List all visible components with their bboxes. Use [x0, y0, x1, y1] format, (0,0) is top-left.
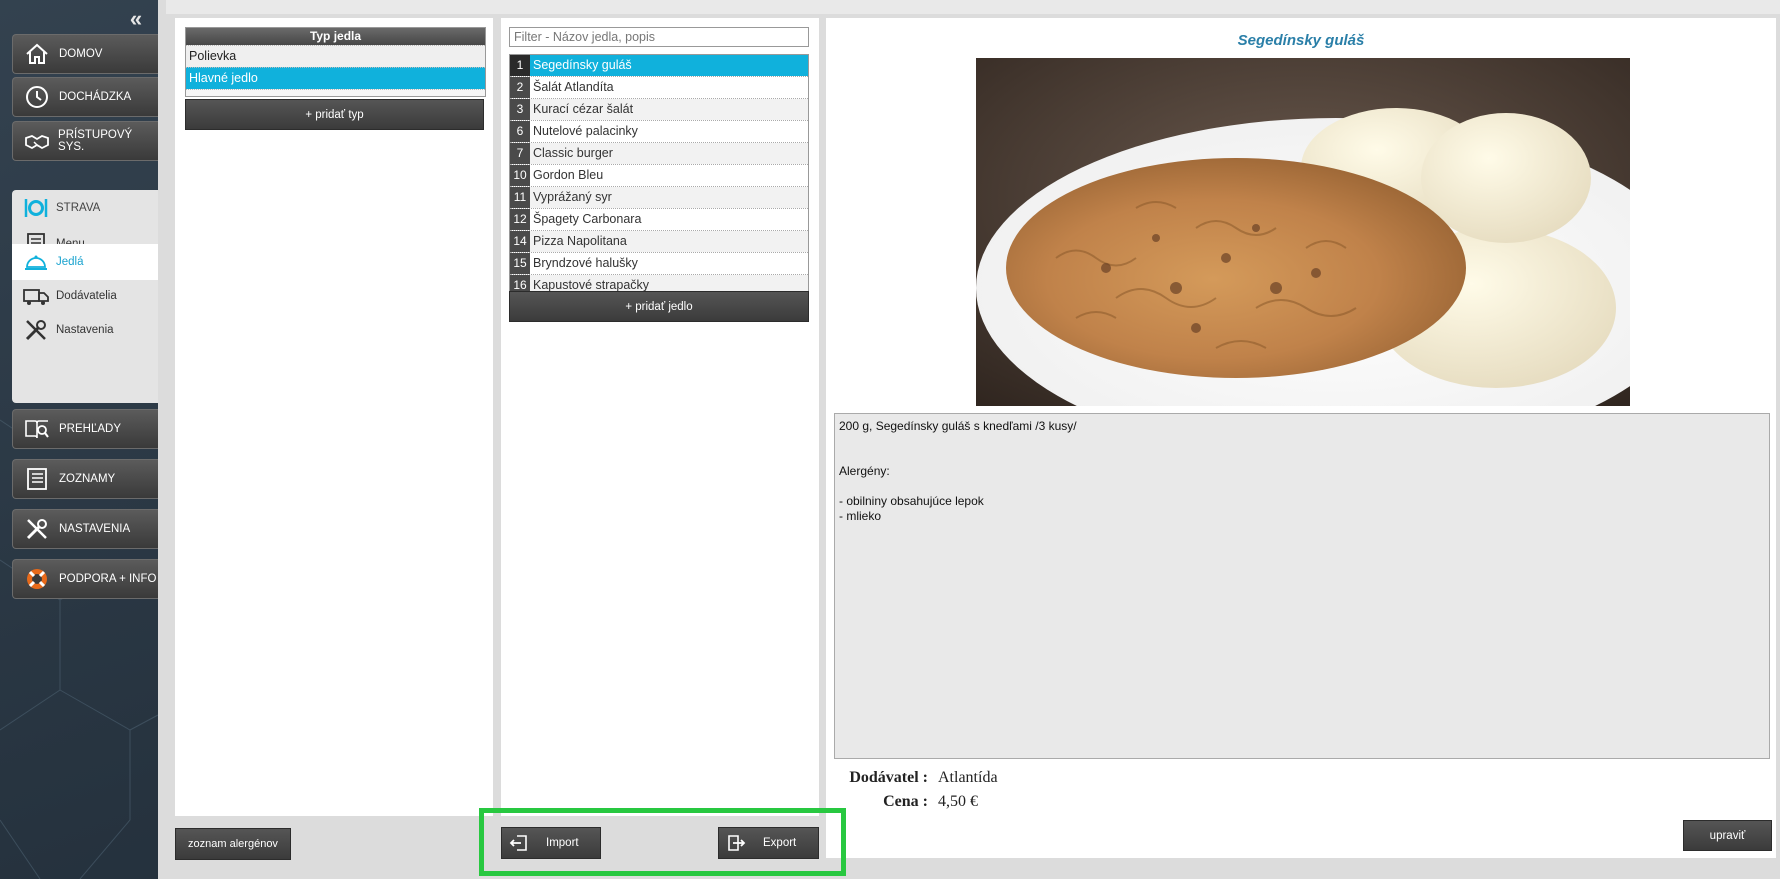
- add-dish-button[interactable]: + pridať jedlo: [509, 291, 809, 322]
- dish-filter-input[interactable]: [509, 27, 809, 47]
- cloche-icon: [22, 248, 50, 276]
- allergen-list-button[interactable]: zoznam alergénov: [175, 828, 291, 860]
- meal-type-row-selected[interactable]: Hlavné jedlo: [186, 67, 485, 89]
- nav-prehlady[interactable]: PREHĽADY: [12, 409, 158, 449]
- dish-name: Nutelové palacinky: [530, 121, 808, 142]
- nav-label: PODPORA + INFO: [59, 573, 157, 585]
- dishes-panel: 1Segedínsky guláš2Šalát Atlandíta3Kurací…: [501, 18, 819, 816]
- nav-zoznamy[interactable]: ZOZNAMY: [12, 459, 158, 499]
- nav-label: ZOZNAMY: [59, 473, 116, 485]
- plate-cutlery-icon: [22, 194, 50, 222]
- nav-label: PRÍSTUPOVÝ SYS.: [58, 129, 133, 153]
- export-icon: [725, 832, 747, 854]
- sidebar-item-nastavenia[interactable]: Nastavenia: [12, 312, 158, 348]
- supplier-line: Dodávatel : Atlantída: [834, 769, 998, 787]
- dish-number: 3: [510, 99, 530, 120]
- tools-icon: [23, 515, 51, 543]
- nav-domov[interactable]: DOMOV: [12, 34, 158, 74]
- sidebar: « DOMOV DOCHÁDZKA PRÍSTUPOVÝ SYS. STRAVA: [0, 0, 158, 879]
- clock-icon: [23, 83, 51, 111]
- dish-description[interactable]: 200 g, Segedínsky guláš s knedľami /3 ku…: [834, 413, 1770, 759]
- dish-number: 7: [510, 143, 530, 164]
- dish-row[interactable]: 2 Šalát Atlandíta: [510, 76, 808, 98]
- dish-row[interactable]: 11 Vyprážaný syr: [510, 186, 808, 208]
- nav-nastavenia[interactable]: NASTAVENIA: [12, 509, 158, 549]
- dishes-table: 1 Segedínsky guláš 2 Šalát Atlandíta 3 Kurací…: [509, 54, 809, 297]
- dish-photo: [976, 58, 1630, 406]
- meal-types-table: Typ jedla Polievka Hlavné jedlo: [185, 27, 486, 97]
- import-label: Import: [546, 837, 579, 849]
- nav-label: STRAVA: [56, 202, 101, 214]
- price-value: 4,50 €: [938, 793, 978, 810]
- import-icon: [508, 832, 530, 854]
- nav-pristupovy-sys[interactable]: PRÍSTUPOVÝ SYS.: [12, 121, 158, 161]
- meal-type-row[interactable]: Polievka: [186, 45, 485, 67]
- dish-name: Šalát Atlandíta: [530, 77, 808, 98]
- sidebar-item-label: Jedlá: [56, 256, 84, 268]
- dish-number: 12: [510, 209, 530, 230]
- dish-name: Kurací cézar šalát: [530, 99, 808, 120]
- nav-dochadzka[interactable]: DOCHÁDZKA: [12, 77, 158, 117]
- strava-group: STRAVA Menu Jedlá Dodávatelia Nastavenia: [12, 190, 158, 403]
- nav-strava[interactable]: STRAVA: [12, 190, 158, 226]
- dish-name: Špagety Carbonara: [530, 209, 808, 230]
- handshake-icon: [23, 127, 50, 155]
- price-label: Cena :: [883, 793, 928, 810]
- dish-row[interactable]: 12 Špagety Carbonara: [510, 208, 808, 230]
- nav-label: PREHĽADY: [59, 423, 121, 435]
- dish-row[interactable]: 10 Gordon Bleu: [510, 164, 808, 186]
- list-icon: [23, 465, 51, 493]
- dish-title: Segedínsky guláš: [1237, 32, 1365, 49]
- add-type-button[interactable]: + pridať typ: [185, 99, 484, 130]
- book-magnifier-icon: [23, 415, 51, 443]
- edit-button[interactable]: upraviť: [1683, 820, 1772, 851]
- sidebar-item-label: Dodávatelia: [56, 290, 117, 302]
- dish-row[interactable]: 15 Bryndzové halušky: [510, 252, 808, 274]
- sidebar-item-label: Nastavenia: [56, 324, 114, 336]
- dish-name: Vyprážaný syr: [530, 187, 808, 208]
- dish-number: 11: [510, 187, 530, 208]
- sidebar-item-dodavatelia[interactable]: Dodávatelia: [12, 278, 158, 314]
- import-button[interactable]: Import: [501, 827, 601, 859]
- supplier-label: Dodávatel :: [849, 769, 928, 786]
- dish-number: 2: [510, 77, 530, 98]
- lifebuoy-icon: [23, 565, 51, 593]
- home-icon: [23, 40, 51, 68]
- dish-name: Gordon Bleu: [530, 165, 808, 186]
- nav-label: DOCHÁDZKA: [59, 91, 132, 103]
- dish-name: Segedínsky guláš: [530, 55, 808, 76]
- supplier-value: Atlantída: [938, 769, 998, 786]
- collapse-sidebar-button[interactable]: «: [125, 8, 147, 30]
- meal-types-header: Typ jedla: [186, 28, 485, 45]
- dish-row-selected[interactable]: 1 Segedínsky guláš: [510, 55, 808, 76]
- dish-row[interactable]: 7 Classic burger: [510, 142, 808, 164]
- dish-detail-panel: Segedínsky guláš 200 g, Segedínsky guláš…: [826, 18, 1776, 858]
- dish-row[interactable]: 6 Nutelové palacinky: [510, 120, 808, 142]
- export-button[interactable]: Export: [718, 827, 819, 859]
- meal-type-row-blank: [186, 89, 485, 96]
- dish-photo-illustration: [976, 58, 1630, 406]
- tools-icon: [22, 316, 50, 344]
- sidebar-item-jedla[interactable]: Jedlá: [12, 244, 158, 280]
- dish-number: 14: [510, 231, 530, 252]
- dish-row[interactable]: 14 Pizza Napolitana: [510, 230, 808, 252]
- price-line: Cena : 4,50 €: [834, 793, 978, 811]
- dish-name: Classic burger: [530, 143, 808, 164]
- truck-icon: [22, 282, 50, 310]
- dish-number: 10: [510, 165, 530, 186]
- dish-name: Bryndzové halušky: [530, 253, 808, 274]
- nav-podpora-info[interactable]: PODPORA + INFO: [12, 559, 158, 599]
- dish-number: 6: [510, 121, 530, 142]
- dish-row[interactable]: 3 Kurací cézar šalát: [510, 98, 808, 120]
- top-strip: [166, 0, 1780, 14]
- nav-label: DOMOV: [59, 48, 103, 60]
- dish-number: 15: [510, 253, 530, 274]
- nav-label: NASTAVENIA: [59, 523, 131, 535]
- export-label: Export: [763, 837, 797, 849]
- dish-number: 1: [510, 55, 530, 76]
- dish-name: Pizza Napolitana: [530, 231, 808, 252]
- meal-types-panel: Typ jedla Polievka Hlavné jedlo + pridať…: [175, 18, 493, 816]
